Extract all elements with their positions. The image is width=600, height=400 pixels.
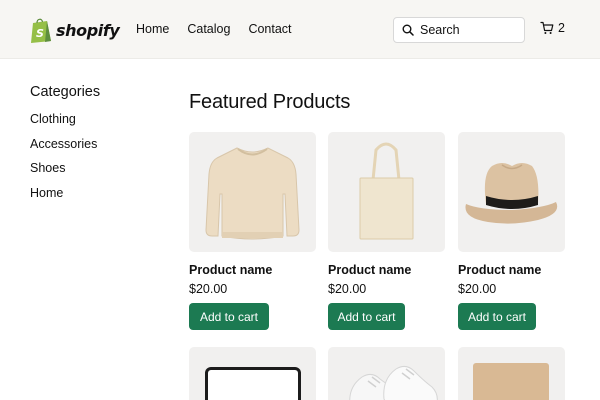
sidebar-item-clothing[interactable]: Clothing bbox=[30, 112, 100, 137]
product-image-fedora-hat[interactable] bbox=[458, 132, 565, 252]
product-image-sneakers[interactable] bbox=[328, 347, 445, 400]
add-to-cart-button[interactable]: Add to cart bbox=[189, 303, 269, 330]
nav-link-catalog[interactable]: Catalog bbox=[187, 22, 230, 36]
sidebar-item-shoes[interactable]: Shoes bbox=[30, 161, 100, 186]
product-card bbox=[189, 347, 317, 400]
page-title: Featured Products bbox=[189, 91, 351, 113]
main-nav: Home Catalog Contact bbox=[136, 22, 310, 36]
product-name: Product name bbox=[328, 263, 412, 277]
shopify-logo[interactable]: S shopify bbox=[30, 17, 120, 43]
sneakers-icon bbox=[349, 365, 438, 400]
sidebar-title: Categories bbox=[30, 84, 101, 100]
product-name: Product name bbox=[189, 263, 273, 277]
categories-sidebar: Categories Clothing Accessories Shoes Ho… bbox=[30, 84, 100, 211]
site-header: S shopify Home Catalog Contact 2 bbox=[0, 0, 600, 59]
product-image-tablet[interactable] bbox=[189, 347, 316, 400]
product-image-tote-bag[interactable] bbox=[328, 132, 445, 252]
search-box[interactable] bbox=[393, 17, 525, 43]
search-input[interactable] bbox=[420, 23, 520, 37]
product-price: $20.00 bbox=[189, 282, 228, 296]
shopping-cart-icon bbox=[540, 21, 554, 34]
shopping-bag-logo-icon: S bbox=[31, 18, 51, 43]
search-icon bbox=[402, 24, 414, 36]
logo-text: shopify bbox=[56, 20, 120, 40]
tote-bag-icon bbox=[359, 142, 414, 240]
product-image-sweatshirt[interactable] bbox=[189, 132, 316, 252]
sidebar-item-accessories[interactable]: Accessories bbox=[30, 137, 100, 162]
tablet-icon bbox=[205, 367, 301, 400]
add-to-cart-button[interactable]: Add to cart bbox=[328, 303, 405, 330]
cart-count: 2 bbox=[558, 21, 565, 35]
product-card bbox=[458, 347, 586, 400]
product-card: Product name $20.00 Add to cart bbox=[189, 132, 317, 330]
product-card: Product name $20.00 Add to cart bbox=[458, 132, 586, 330]
sweatshirt-icon bbox=[205, 147, 300, 240]
product-price: $20.00 bbox=[328, 282, 367, 296]
nav-link-contact[interactable]: Contact bbox=[248, 22, 291, 36]
product-card bbox=[328, 347, 456, 400]
fedora-hat-icon bbox=[465, 163, 558, 224]
product-image-notebook[interactable] bbox=[458, 347, 565, 400]
add-to-cart-button[interactable]: Add to cart bbox=[458, 303, 536, 330]
product-card: Product name $20.00 Add to cart bbox=[328, 132, 456, 330]
product-price: $20.00 bbox=[458, 282, 497, 296]
svg-text:S: S bbox=[36, 27, 44, 40]
cart-button[interactable]: 2 bbox=[540, 21, 565, 35]
sidebar-item-home[interactable]: Home bbox=[30, 186, 100, 211]
nav-link-home[interactable]: Home bbox=[136, 22, 169, 36]
notebook-icon bbox=[473, 363, 549, 400]
product-name: Product name bbox=[458, 263, 542, 277]
